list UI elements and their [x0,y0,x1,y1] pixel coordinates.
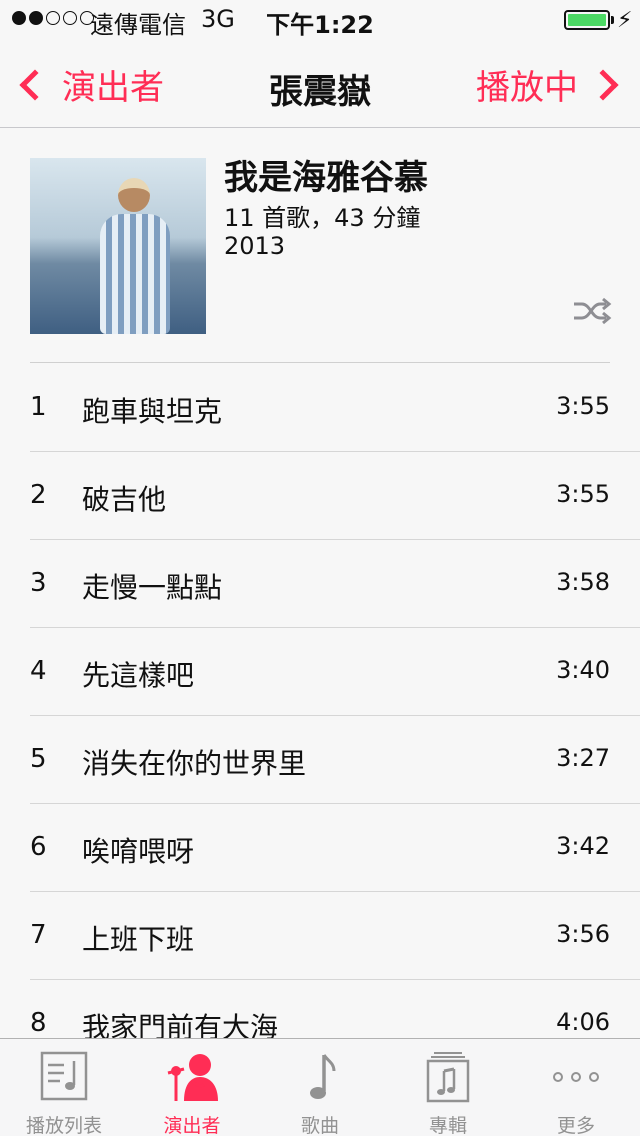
tab-bar: 播放列表 演出者 歌曲 專輯 更多 [0,1038,640,1136]
track-list: 1 跑車與坦克 3:55 2 破吉他 3:55 3 走慢一點點 3:58 4 先… [0,364,640,1038]
now-playing-label: 播放中 [476,68,578,108]
track-duration: 4:06 [556,1008,610,1036]
chevron-right-icon [587,68,619,101]
song-note-icon [310,1054,336,1099]
track-duration: 3:55 [556,392,610,420]
track-duration: 3:42 [556,832,610,860]
back-button[interactable]: 演出者 [14,60,164,109]
tab-artists[interactable]: 演出者 [128,1039,256,1136]
tab-playlists[interactable]: 播放列表 [0,1039,128,1136]
tab-label: 專輯 [428,1115,467,1136]
divider [30,362,610,363]
track-title: 走慢一點點 [82,571,223,604]
now-playing-button[interactable]: 播放中 [476,60,622,109]
track-title: 我家門前有大海 [82,1011,279,1038]
track-duration: 3:27 [556,744,610,772]
track-number: 3 [30,568,47,598]
battery-icon [564,10,610,30]
tab-label: 更多 [556,1115,595,1136]
track-number: 5 [30,744,47,774]
track-row[interactable]: 7 上班下班 3:56 [0,892,640,980]
status-bar: 遠傳電信 3G 下午1:22 ⚡ [0,0,640,40]
track-title: 破吉他 [82,483,167,516]
track-number: 4 [30,656,47,686]
track-row[interactable]: 6 唉唷喂呀 3:42 [0,804,640,892]
shuffle-icon[interactable] [572,296,612,326]
chevron-left-icon [19,68,51,101]
track-number: 6 [30,832,47,862]
track-number: 7 [30,920,47,950]
artist-icon [167,1054,218,1101]
track-duration: 3:55 [556,480,610,508]
track-row[interactable]: 5 消失在你的世界里 3:27 [0,716,640,804]
album-artwork [30,158,206,334]
track-title: 先這樣吧 [82,659,195,692]
tab-label: 播放列表 [25,1115,102,1136]
status-time: 下午1:22 [266,11,374,39]
tab-more[interactable]: 更多 [512,1039,640,1136]
track-row[interactable]: 4 先這樣吧 3:40 [0,628,640,716]
track-duration: 3:56 [556,920,610,948]
back-button-label: 演出者 [62,68,164,108]
album-year: 2013 [224,232,286,260]
track-title: 跑車與坦克 [82,395,223,428]
tab-label: 演出者 [163,1115,221,1136]
navigation-bar: 演出者 張震嶽 播放中 [0,40,640,128]
album-header: 我是海雅谷慕 11 首歌，43 分鐘 2013 [0,128,640,364]
track-row[interactable]: 8 我家門前有大海 4:06 [0,980,640,1038]
album-title: 我是海雅谷慕 [224,158,428,198]
tab-albums[interactable]: 專輯 [384,1039,512,1136]
track-title: 唉唷喂呀 [82,835,195,868]
track-title: 上班下班 [82,923,195,956]
tab-label: 歌曲 [300,1115,339,1136]
track-duration: 3:40 [556,656,610,684]
track-row[interactable]: 2 破吉他 3:55 [0,452,640,540]
track-title: 消失在你的世界里 [82,747,307,780]
track-number: 1 [30,392,47,422]
more-icon [553,1072,599,1082]
track-duration: 3:58 [556,568,610,596]
playlist-icon [40,1051,88,1101]
track-number: 8 [30,1008,47,1038]
album-meta: 11 首歌，43 分鐘 [224,204,421,232]
track-row[interactable]: 3 走慢一點點 3:58 [0,540,640,628]
track-row[interactable]: 1 跑車與坦克 3:55 [0,364,640,452]
track-number: 2 [30,480,47,510]
charging-bolt-icon: ⚡ [617,8,633,33]
tab-songs[interactable]: 歌曲 [256,1039,384,1136]
album-icon [426,1052,470,1103]
battery-tip [611,16,614,24]
album-artwork-figure [100,178,170,334]
